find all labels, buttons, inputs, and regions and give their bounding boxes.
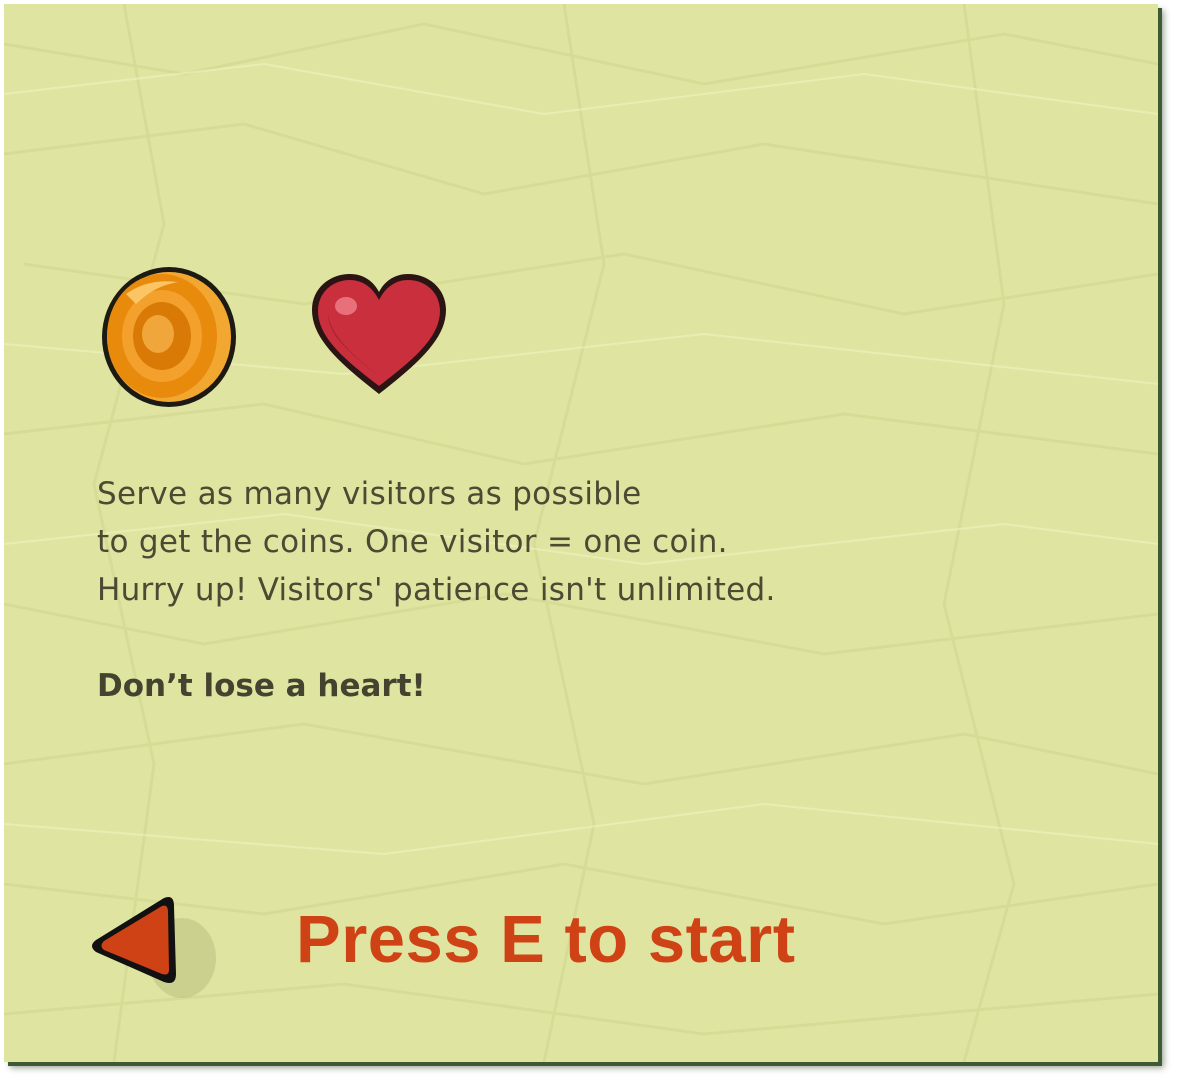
instruction-line: Serve as many visitors as possible bbox=[97, 476, 642, 512]
heart-warning: Don’t lose a heart! bbox=[97, 668, 426, 704]
instruction-line: Hurry up! Visitors' patience isn't unlim… bbox=[97, 572, 776, 608]
instructions-text: Serve as many visitors as possible to ge… bbox=[97, 470, 997, 614]
coin-icon bbox=[102, 267, 236, 407]
start-prompt[interactable]: Press E to start bbox=[296, 898, 796, 982]
back-arrow-icon[interactable] bbox=[86, 888, 226, 1008]
instruction-panel: Serve as many visitors as possible to ge… bbox=[4, 4, 1158, 1062]
heart-icon bbox=[312, 274, 446, 394]
instruction-line: to get the coins. One visitor = one coin… bbox=[97, 524, 728, 560]
